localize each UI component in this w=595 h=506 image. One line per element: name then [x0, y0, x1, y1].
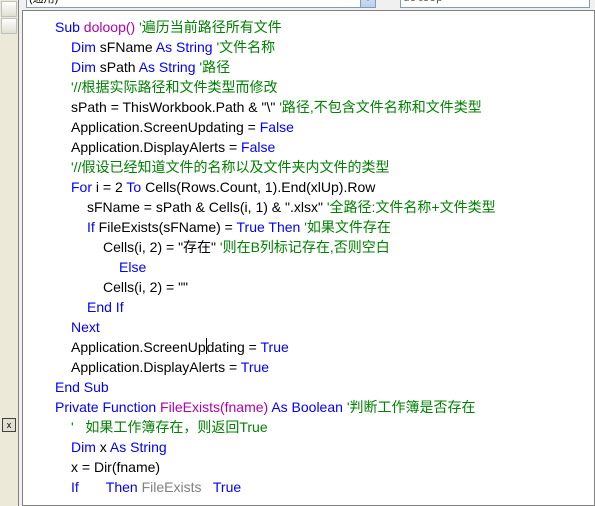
comment: '//根据实际路径和文件类型而修改: [71, 79, 277, 95]
var: sFName: [96, 39, 156, 55]
toolbar-slot-1: [1, 1, 17, 17]
comment: '判断工作簿是否存在: [347, 399, 476, 415]
kw-endif: End If: [87, 299, 124, 315]
comment: '则在B列标记存在,否则空白: [220, 239, 390, 255]
stmt: x = Dir(fname): [71, 459, 160, 475]
stmt: sPath = ThisWorkbook.Path & "\": [71, 99, 279, 115]
var: sPath: [96, 59, 139, 75]
kw-dim: Dim: [71, 59, 96, 75]
procedure-dropdown[interactable]: doloop: [400, 0, 590, 8]
code-editor[interactable]: Sub doloop() '遍历当前路径所有文件 Dim sFName As S…: [22, 10, 595, 506]
kw-next: Next: [71, 319, 100, 335]
toolbar-slot-2: [1, 18, 17, 34]
comment: '全路径:文件名称+文件类型: [327, 199, 496, 215]
kw-then: Then: [106, 479, 138, 495]
comment: '路径,不包含文件名称和文件类型: [279, 99, 482, 115]
fn-fileexists: FileExists(fname): [156, 399, 271, 415]
kw-true: True: [237, 219, 265, 235]
close-panel-button[interactable]: x: [2, 418, 16, 432]
comment: '文件名称: [217, 39, 276, 55]
comment: '如果文件存在: [304, 219, 391, 235]
kw-false: False: [260, 119, 294, 135]
kw-if: If: [71, 479, 79, 495]
kw-function: Function: [102, 399, 156, 415]
kw-false: False: [241, 139, 275, 155]
kw-sub: Sub: [55, 19, 80, 35]
kw-true: True: [241, 359, 269, 375]
kw-as-string: As String: [156, 39, 213, 55]
object-dropdown-value: (通用): [29, 0, 58, 5]
kw-dim: Dim: [71, 39, 96, 55]
stmt: Application.DisplayAlerts =: [71, 139, 241, 155]
expr: FileExists(sFName) =: [95, 219, 237, 235]
stmt: Cells(i, 2) = "存在": [103, 239, 220, 255]
kw-then: Then: [268, 219, 300, 235]
expr: Cells(Rows.Count, 1).End(xlUp).Row: [141, 179, 375, 195]
stmt: Application.DisplayAlerts =: [71, 359, 241, 375]
stmt: Application.ScreenUpdating =: [71, 119, 260, 135]
kw-as-boolean: As Boolean: [271, 399, 343, 415]
kw-private: Private: [55, 399, 99, 415]
kw-as-string: As String: [110, 439, 167, 455]
stmt: Application.ScreenUp: [71, 339, 206, 355]
stmt: dating =: [207, 339, 261, 355]
comment: '路径: [199, 59, 230, 75]
comment: '遍历当前路径所有文件: [139, 19, 282, 35]
procedure-dropdown-value: doloop: [403, 0, 443, 5]
kw-if: If: [87, 219, 95, 235]
kw-for: For: [71, 179, 92, 195]
kw-endsub: End Sub: [55, 379, 109, 395]
comment: '//假设已经知道文件的名称以及文件夹内文件的类型: [71, 159, 389, 175]
stmt: Cells(i, 2) = "": [103, 279, 188, 295]
kw-true: True: [213, 479, 241, 495]
kw-as-string: As String: [139, 59, 196, 75]
code-block: Sub doloop() '遍历当前路径所有文件 Dim sFName As S…: [23, 17, 593, 497]
kw-true: True: [261, 339, 289, 355]
kw-dim: Dim: [71, 439, 96, 455]
object-dropdown[interactable]: (通用): [26, 0, 376, 8]
var: x: [96, 439, 110, 455]
kw-else: Else: [119, 259, 146, 275]
chevron-down-icon: [360, 0, 375, 7]
fn-doloop: doloop(): [80, 19, 139, 35]
comment: ' 如果工作簿存在，则返回True: [71, 419, 268, 435]
stmt: sFName = sPath & Cells(i, 1) & ".xlsx": [87, 199, 327, 215]
kw-to: To: [126, 179, 141, 195]
